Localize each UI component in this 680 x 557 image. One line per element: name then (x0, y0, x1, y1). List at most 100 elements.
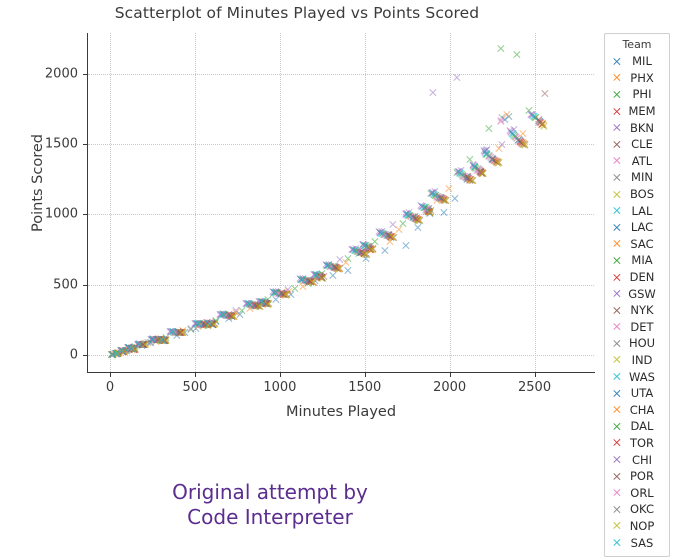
legend-marker-x-icon (612, 90, 621, 99)
legend-item-sas[interactable]: SAS (608, 534, 666, 551)
legend-item-label: ATL (631, 153, 653, 168)
legend-marker-x-icon (612, 57, 621, 66)
legend-item-ind[interactable]: IND (608, 352, 666, 369)
legend-marker-x-icon (612, 389, 621, 398)
x-tick-label: 500 (182, 380, 208, 395)
legend-marker-x-icon (612, 472, 621, 481)
legend-rows: MIL PHX PHI MEM BKN CLE ATL MIN BOS LAL LAC SAC MIA D… (608, 53, 666, 551)
legend-item-label: CHI (631, 452, 653, 467)
legend-item-lal[interactable]: LAL (608, 202, 666, 219)
scatter-point (204, 319, 213, 328)
gridline-horizontal (88, 214, 594, 216)
legend-marker-x-icon (612, 538, 621, 547)
legend-item-label: MIL (632, 54, 652, 69)
legend-item-phi[interactable]: PHI (608, 86, 666, 103)
legend-item-label: BOS (629, 187, 655, 202)
legend-item-cle[interactable]: CLE (608, 136, 666, 153)
legend-item-cha[interactable]: CHA (608, 401, 666, 418)
legend-item-label: HOU (628, 336, 656, 351)
scatter-point (529, 112, 538, 121)
legend-item-okc[interactable]: OKC (608, 501, 666, 518)
scatter-point (360, 241, 369, 250)
legend-item-tor[interactable]: TOR (608, 435, 666, 452)
legend-item-mia[interactable]: MIA (608, 252, 666, 269)
scatter-point (540, 89, 549, 98)
legend-item-det[interactable]: DET (608, 319, 666, 336)
scatter-point (148, 335, 157, 344)
legend-item-mem[interactable]: MEM (608, 103, 666, 120)
scatter-point (419, 203, 428, 212)
scatterplot-figure: Scatterplot of Minutes Played vs Points … (0, 0, 680, 557)
legend-item-phx[interactable]: PHX (608, 70, 666, 87)
scatter-point (112, 349, 121, 358)
legend-item-label: MIN (631, 170, 653, 185)
scatter-point (377, 229, 386, 238)
y-tick-label: 0 (69, 347, 78, 363)
legend-item-chi[interactable]: CHI (608, 451, 666, 468)
x-tick-label: 0 (105, 380, 115, 395)
legend-marker-x-icon (612, 239, 621, 248)
legend-item-nop[interactable]: NOP (608, 518, 666, 535)
legend-item-uta[interactable]: UTA (608, 385, 666, 402)
legend-item-gsw[interactable]: GSW (608, 285, 666, 302)
legend-item-bos[interactable]: BOS (608, 186, 666, 203)
legend-marker-x-icon (612, 206, 621, 215)
legend-item-label: PHX (630, 70, 654, 85)
x-tick-mark (364, 373, 366, 377)
legend-item-label: OKC (630, 502, 654, 517)
scatter-point (470, 162, 479, 171)
legend-item-nyk[interactable]: NYK (608, 302, 666, 319)
legend-item-label: BKN (629, 120, 655, 135)
legend-marker-x-icon (612, 306, 621, 315)
y-tick-mark (83, 214, 87, 216)
legend-item-min[interactable]: MIN (608, 169, 666, 186)
legend-marker-x-icon (612, 140, 621, 149)
legend-marker-x-icon (612, 455, 621, 464)
legend[interactable]: Team MIL PHX PHI MEM BKN CLE ATL MIN BOS LAL LAC SA… (604, 33, 670, 557)
scatter-point (520, 140, 529, 149)
legend-item-orl[interactable]: ORL (608, 484, 666, 501)
x-tick-mark (534, 373, 536, 377)
scatter-point (415, 216, 424, 225)
legend-item-den[interactable]: DEN (608, 269, 666, 286)
chart-title: Scatterplot of Minutes Played vs Points … (114, 4, 480, 22)
legend-item-mil[interactable]: MIL (608, 53, 666, 70)
scatter-point (271, 288, 280, 297)
legend-item-was[interactable]: WAS (608, 368, 666, 385)
legend-item-lac[interactable]: LAC (608, 219, 666, 236)
scatter-point (324, 261, 333, 270)
legend-marker-x-icon (612, 256, 621, 265)
legend-marker-x-icon (612, 223, 621, 232)
legend-marker-x-icon (612, 289, 621, 298)
legend-marker-x-icon (612, 405, 621, 414)
legend-item-sac[interactable]: SAC (608, 236, 666, 253)
scatter-point (467, 176, 476, 185)
gridline-horizontal (88, 73, 594, 75)
y-axis-label: Points Scored (30, 134, 46, 232)
legend-marker-x-icon (612, 372, 621, 381)
scatter-point (429, 88, 438, 97)
scatter-point (193, 319, 202, 328)
legend-item-label: PHI (632, 87, 652, 102)
scatter-point (482, 149, 491, 158)
y-tick-mark (83, 355, 87, 357)
scatter-point (496, 44, 505, 53)
legend-item-label: NYK (630, 303, 654, 318)
legend-item-label: SAC (630, 236, 654, 251)
scatter-point (229, 312, 238, 321)
scatter-point (219, 310, 228, 319)
annotation-caption: Original attempt by Code Interpreter (172, 480, 368, 529)
scatter-point (388, 233, 397, 242)
legend-item-dal[interactable]: DAL (608, 418, 666, 435)
legend-item-por[interactable]: POR (608, 468, 666, 485)
scatter-point (453, 73, 462, 82)
legend-item-label: UTA (630, 386, 654, 401)
gridline-vertical (279, 33, 281, 372)
legend-item-hou[interactable]: HOU (608, 335, 666, 352)
scatter-point (244, 299, 253, 308)
legend-item-bkn[interactable]: BKN (608, 119, 666, 136)
legend-item-label: LAL (631, 203, 653, 218)
legend-item-atl[interactable]: ATL (608, 153, 666, 170)
scatter-point (509, 129, 518, 138)
legend-item-label: CHA (629, 402, 655, 417)
